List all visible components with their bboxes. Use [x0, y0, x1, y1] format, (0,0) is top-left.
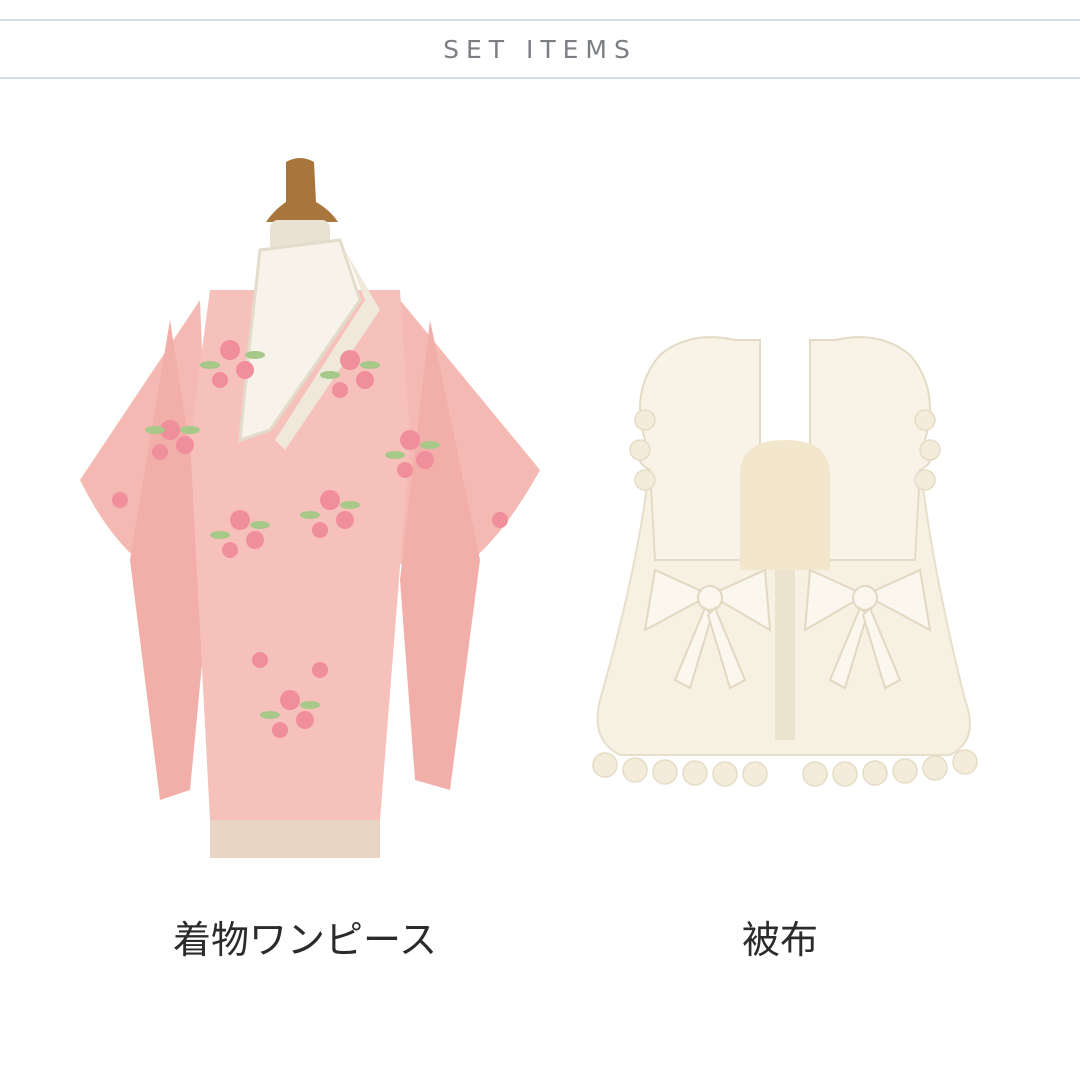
mannequin-neck	[266, 158, 338, 222]
hem-lace	[210, 820, 380, 858]
item-caption-kimono: 着物ワンピース	[172, 918, 438, 962]
bottom-divider	[0, 77, 1080, 79]
section-title: SET ITEMS	[443, 35, 637, 64]
inner-lining	[740, 440, 830, 570]
item-caption-hifu: 被布	[741, 918, 818, 962]
kimono-dress-image[interactable]	[60, 140, 570, 900]
set-items-page: SET ITEMS 着物ワンピース 被布	[0, 0, 1080, 1067]
kimono-illustration	[80, 158, 540, 858]
hifu-vest-image[interactable]	[560, 140, 1030, 900]
hifu-illustration	[592, 336, 978, 787]
top-divider	[0, 19, 1080, 21]
